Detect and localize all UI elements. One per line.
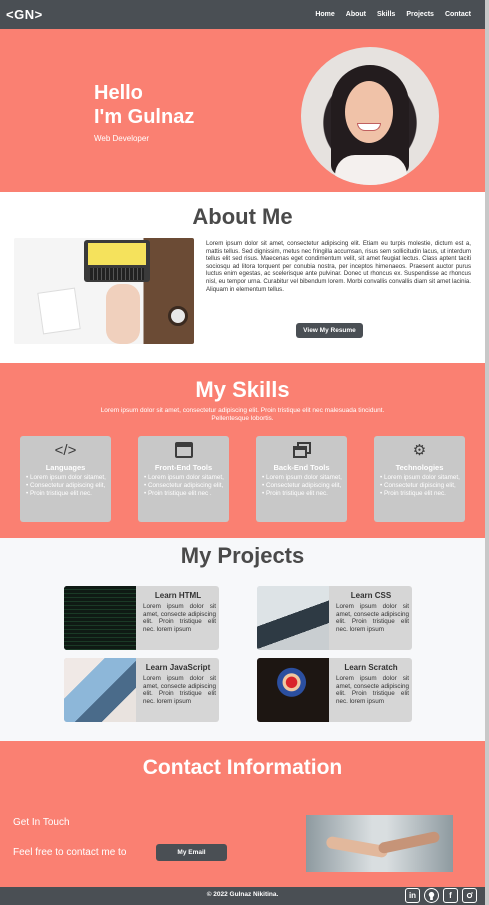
page-scrollbar[interactable] — [485, 0, 489, 905]
skill-item: • Consectetur adipiscing elit, — [262, 481, 342, 489]
nav-link-home[interactable]: Home — [315, 11, 334, 18]
nav-link-projects[interactable]: Projects — [406, 11, 434, 18]
skill-list: • Lorem ipsum dolor sitamet, • Consectet… — [26, 474, 106, 497]
skill-card-technologies: ⚙ Technologies • Lorem ipsum dolor sitam… — [374, 436, 465, 522]
window-icon — [138, 442, 229, 463]
nav-link-about[interactable]: About — [346, 11, 366, 18]
skill-list: • Lorem ipsum dolor sitamet, • Consectet… — [262, 474, 342, 497]
hero-greeting: Hello — [94, 82, 143, 104]
project-text: Lorem ipsum dolor sit amet, consecte adi… — [336, 675, 409, 706]
skill-list: • Lorem ipsum dolor sitamet, • Consectet… — [380, 474, 460, 497]
project-image-book — [257, 586, 329, 650]
view-resume-button[interactable]: View My Resume — [296, 323, 363, 338]
facebook-icon[interactable]: f — [443, 888, 458, 903]
skill-item: • Proin tristique elit nec. — [262, 489, 328, 497]
nav-links: Home About Skills Projects Contact — [315, 11, 471, 18]
nav-link-contact[interactable]: Contact — [445, 11, 471, 18]
skill-title: Languages — [45, 463, 86, 472]
project-image-laptop — [64, 658, 136, 722]
skill-item: • Lorem ipsum dolor sitamet, — [26, 474, 106, 481]
skill-item: • Consectetur adipiscing elit, — [26, 481, 106, 489]
skill-card-front-end: Front-End Tools • Lorem ipsum dolor sita… — [138, 436, 229, 522]
project-image-code — [64, 586, 136, 650]
project-text: Lorem ipsum dolor sit amet, consecte adi… — [143, 675, 216, 706]
project-image-figure — [257, 658, 329, 722]
skill-title: Technologies — [395, 463, 444, 472]
project-card-scratch[interactable]: Learn Scratch Lorem ipsum dolor sit amet… — [257, 658, 412, 722]
project-card-javascript[interactable]: Learn JavaScript Lorem ipsum dolor sit a… — [64, 658, 219, 722]
projects-section: My Projects Learn HTML Lorem ipsum dolor… — [0, 538, 485, 741]
about-image — [14, 238, 194, 344]
skill-title: Front-End Tools — [154, 463, 213, 472]
contact-title: Contact Information — [142, 756, 343, 779]
top-nav: <GN> Home About Skills Projects Contact — [0, 0, 485, 29]
contact-prompt-text: Feel free to contact me to — [13, 847, 127, 858]
skill-item: • Consectetur dipiscing elit, — [380, 481, 456, 489]
linkedin-icon[interactable]: in — [405, 888, 420, 903]
skills-subtitle: Lorem ipsum dolor sit amet, consectetur … — [100, 407, 385, 422]
skills-section: My Skills Lorem ipsum dolor sit amet, co… — [0, 363, 485, 538]
about-section: About Me Lorem ipsum dolor sit amet, con… — [0, 192, 485, 363]
skill-card-back-end: Back-End Tools • Lorem ipsum dolor sitam… — [256, 436, 347, 522]
nav-link-skills[interactable]: Skills — [377, 11, 395, 18]
skill-title: Back-End Tools — [273, 463, 330, 472]
social-links: in f — [405, 888, 477, 903]
hero-name: I'm Gulnaz — [94, 106, 195, 128]
code-icon: </> — [54, 442, 77, 459]
gear-icon: ⚙ — [412, 442, 427, 459]
skill-card-languages: </> Languages • Lorem ipsum dolor sitame… — [20, 436, 111, 522]
hero-section: Hello I'm Gulnaz Web Developer — [0, 29, 485, 192]
skill-list: • Lorem ipsum dolor sitamet, • Consectet… — [144, 474, 224, 497]
projects-title: My Projects — [180, 543, 305, 568]
project-text: Lorem ipsum dolor sit amet, consecte adi… — [336, 603, 409, 634]
skill-item: • Proin tristique elit nec. — [26, 489, 92, 497]
project-title: Learn CSS — [350, 591, 392, 600]
skill-item: • Proin tristique elit nec . — [144, 489, 212, 497]
skill-item: • Consectetur adipiscing elit, — [144, 481, 224, 489]
site-logo[interactable]: <GN> — [6, 7, 43, 22]
handshake-image — [306, 815, 453, 872]
about-title: About Me — [192, 204, 293, 229]
skill-item: • Proin tristique elit nec. — [380, 489, 446, 497]
project-title: Learn HTML — [154, 591, 202, 600]
skill-item: • Lorem ipsum dolor sitamet, — [380, 474, 460, 481]
about-text: Lorem ipsum dolor sit amet, consectetur … — [206, 240, 471, 293]
project-card-html[interactable]: Learn HTML Lorem ipsum dolor sit amet, c… — [64, 586, 219, 650]
get-in-touch-text: Get In Touch — [13, 817, 70, 828]
skill-item: • Lorem ipsum dolor sitamet, — [262, 474, 342, 481]
skills-title: My Skills — [195, 377, 290, 402]
windows-stack-icon — [256, 442, 347, 463]
footer: © 2022 Gulnaz Nikitina. in f — [0, 887, 485, 905]
my-email-button[interactable]: My Email — [156, 844, 227, 861]
hero-text: Hello I'm Gulnaz Web Developer — [94, 81, 194, 143]
hero-subtitle: Web Developer — [94, 134, 149, 143]
skill-item: • Lorem ipsum dolor sitamet, — [144, 474, 224, 481]
instagram-icon[interactable] — [462, 888, 477, 903]
profile-photo — [301, 47, 439, 185]
project-title: Learn JavaScript — [145, 663, 211, 672]
contact-section: Contact Information Get In Touch Feel fr… — [0, 741, 485, 887]
project-text: Lorem ipsum dolor sit amet, consecte adi… — [143, 603, 216, 634]
project-title: Learn Scratch — [344, 663, 398, 672]
project-card-css[interactable]: Learn CSS Lorem ipsum dolor sit amet, co… — [257, 586, 412, 650]
github-icon[interactable] — [424, 888, 439, 903]
